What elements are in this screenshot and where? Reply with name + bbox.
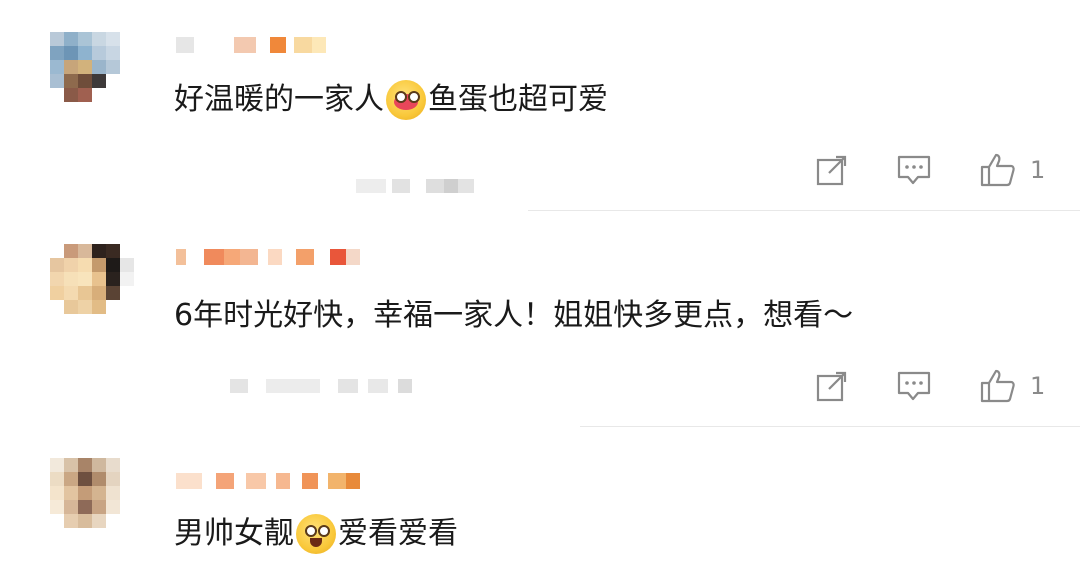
comment-text: 好温暖的一家人 鱼蛋也超可爱 [174, 80, 608, 120]
comment-text: 男帅女靓 爱看爱看 [174, 514, 458, 554]
like-button[interactable] [978, 366, 1018, 406]
hug-face-emoji [386, 80, 426, 120]
comment-text-part: 鱼蛋也超可爱 [428, 82, 608, 117]
comment-text-part: 男帅女靓 [174, 516, 294, 551]
thumbs-up-icon [980, 153, 1015, 187]
share-icon [816, 155, 847, 186]
avatar[interactable] [50, 458, 134, 542]
comment-text-part: 爱看爱看 [338, 516, 458, 551]
avatar[interactable] [50, 244, 134, 328]
divider [528, 210, 1080, 211]
username-blurred[interactable] [176, 246, 360, 268]
avatar[interactable] [50, 32, 134, 116]
reply-icon [897, 371, 931, 401]
reply-icon [897, 155, 931, 185]
reply-button[interactable] [894, 150, 934, 190]
like-count: 1 [1030, 372, 1046, 400]
starry-eyed-emoji [296, 514, 336, 554]
share-icon [816, 371, 847, 402]
like-button[interactable] [978, 150, 1018, 190]
comment-text-part: 6年时光好快，幸福一家人！姐姐快多更点，想看～ [174, 298, 854, 333]
divider [580, 426, 1080, 427]
comment-item: 6年时光好快，幸福一家人！姐姐快多更点，想看～ 1 [0, 212, 1080, 428]
comment-text-part: 好温暖的一家人 [174, 82, 384, 117]
comment-item: 好温暖的一家人 鱼蛋也超可爱 1 [0, 0, 1080, 212]
timestamp-blurred [176, 376, 412, 396]
username-blurred[interactable] [176, 470, 360, 492]
like-count: 1 [1030, 156, 1046, 184]
timestamp-blurred [176, 176, 474, 196]
share-button[interactable] [812, 366, 852, 406]
comment-item: 男帅女靓 爱看爱看 [0, 428, 1080, 573]
thumbs-up-icon [980, 369, 1015, 403]
reply-button[interactable] [894, 366, 934, 406]
comment-text: 6年时光好快，幸福一家人！姐姐快多更点，想看～ [174, 296, 853, 336]
username-blurred[interactable] [176, 34, 326, 56]
share-button[interactable] [812, 150, 852, 190]
